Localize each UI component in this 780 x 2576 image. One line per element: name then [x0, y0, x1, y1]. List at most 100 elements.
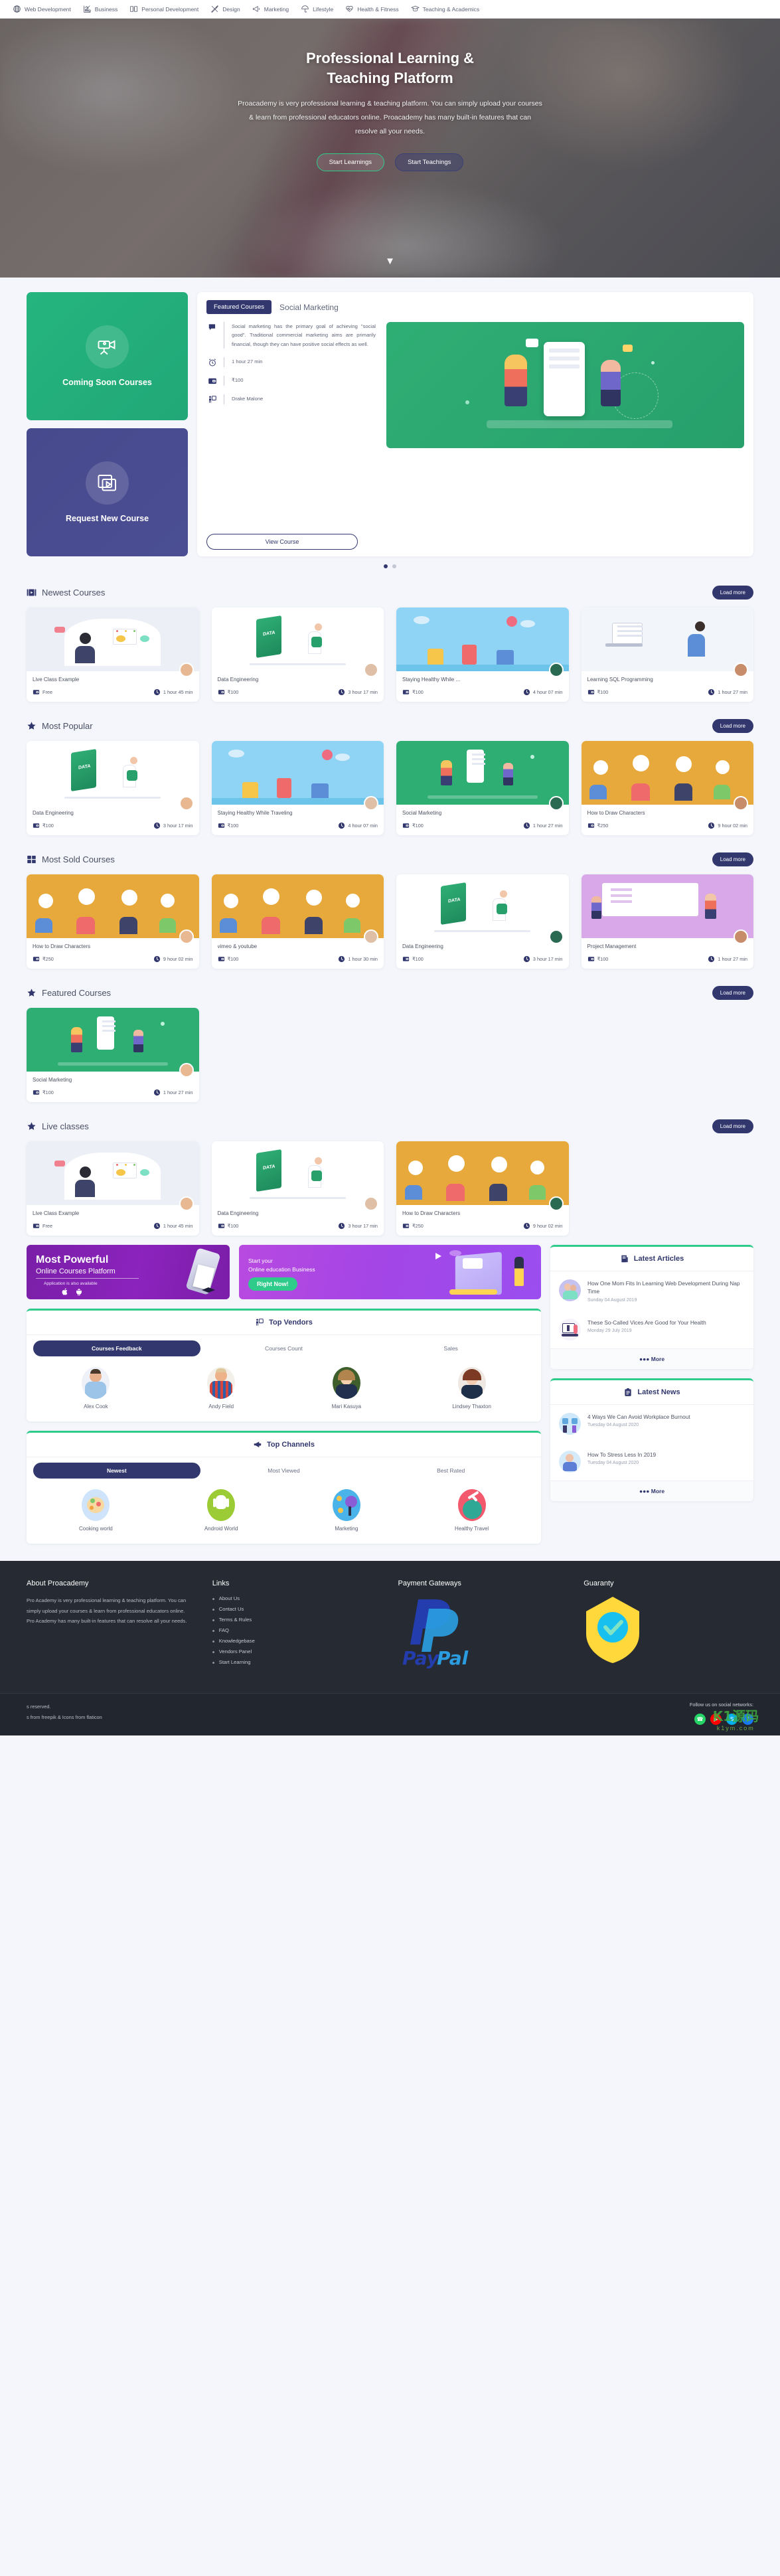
app-promo-banner[interactable]: Most Powerful Online Courses Platform Ap… — [27, 1245, 230, 1299]
more-dots-icon: ●●● — [639, 1355, 650, 1362]
load-more-live-button[interactable]: Load more — [712, 1119, 753, 1133]
price-value: Free — [42, 1223, 53, 1229]
view-course-button[interactable]: View Course — [206, 534, 358, 550]
course-card[interactable]: DATA Data Engineering ₹100 3 hour 17 min — [211, 607, 384, 702]
article-item[interactable]: How One Mom Fits In Learning Web Develop… — [550, 1271, 753, 1311]
wallet-icon — [402, 690, 410, 694]
tab-best-rated[interactable]: Best Rated — [367, 1463, 534, 1479]
channel-item[interactable]: Android World — [159, 1489, 284, 1532]
article-item[interactable]: These So-Called Vices Are Good for Your … — [550, 1311, 753, 1348]
top-channels-panel: Top Channels Newest Most Viewed Best Rat… — [27, 1431, 541, 1544]
category-navbar[interactable]: Web Development Business Personal Develo… — [0, 0, 780, 19]
more-label: More — [651, 1487, 665, 1494]
request-new-course-card[interactable]: Request New Course — [27, 428, 188, 556]
news-item[interactable]: 4 Ways We Can Avoid Workplace Burnout Tu… — [550, 1405, 753, 1443]
footer-link-about-us[interactable]: About Us — [212, 1595, 382, 1601]
articles-more-button[interactable]: ●●● More — [550, 1348, 753, 1369]
footer-link-terms-rules[interactable]: Terms & Rules — [212, 1617, 382, 1623]
nav-item-lifestyle[interactable]: Lifestyle — [295, 5, 339, 13]
course-card[interactable]: Social Marketing ₹100 1 hour 27 min — [396, 741, 569, 835]
vendor-item[interactable]: Alex Cook — [33, 1367, 159, 1409]
duration-value: 9 hour 02 min — [718, 823, 747, 829]
course-card[interactable]: Learning SQL Programming ₹100 1 hour 27 mi… — [581, 607, 753, 702]
channel-item[interactable]: Marketing — [284, 1489, 410, 1532]
course-card[interactable]: Staying Healthy While Traveling ₹100 4 hou… — [211, 741, 384, 835]
start-teaching-button[interactable]: Start Teachings — [395, 153, 464, 172]
course-card[interactable]: How to Draw Characters ₹250 9 hour 02 min — [27, 874, 199, 969]
channel-item[interactable]: Cooking world — [33, 1489, 159, 1532]
footer-link-knowledgebase[interactable]: Knowledgebase — [212, 1638, 382, 1644]
course-card[interactable]: DATA Data Engineering ₹100 3 hour 17 min — [211, 1141, 384, 1236]
news-more-button[interactable]: ●●● More — [550, 1480, 753, 1501]
nav-item-health-fitness[interactable]: Health & Fitness — [339, 5, 404, 13]
course-card[interactable]: vimeo & youtube ₹100 1 hour 30 min — [211, 874, 384, 969]
coming-soon-courses-card[interactable]: Coming Soon Courses — [27, 292, 188, 420]
nav-item-design[interactable]: Design — [204, 5, 246, 13]
megaphone-icon — [252, 6, 260, 12]
course-card[interactable]: How to Draw Characters ₹250 9 hour 02 min — [581, 741, 753, 835]
business-promo-banner[interactable]: Start your Online education Business Rig… — [239, 1245, 541, 1299]
clock-icon — [339, 688, 345, 696]
whatsapp-icon[interactable]: ☎ — [694, 1714, 706, 1725]
follow-label: Follow us on social networks: — [689, 1702, 753, 1708]
footer-link-faq[interactable]: FAQ — [212, 1627, 382, 1633]
footer-links: Links About Us Contact Us Terms & Rules … — [212, 1579, 382, 1673]
start-learning-button[interactable]: Start Learnings — [316, 153, 385, 172]
top-channels-tabs[interactable]: Newest Most Viewed Best Rated — [27, 1457, 541, 1479]
channel-item[interactable]: Healthy Travel — [409, 1489, 534, 1532]
nav-item-web-development[interactable]: Web Development — [7, 5, 77, 13]
footer-link-start-learning[interactable]: Start Learning — [212, 1659, 382, 1665]
course-card[interactable]: How to Draw Characters ₹250 9 hour 02 min — [396, 1141, 569, 1236]
food-icon — [82, 1489, 110, 1521]
nav-item-marketing[interactable]: Marketing — [246, 5, 295, 13]
load-more-most-sold-button[interactable]: Load more — [712, 852, 753, 866]
vendor-item[interactable]: Lindsey Thaxton — [409, 1367, 534, 1409]
course-card[interactable]: Social Marketing ₹100 1 hour 27 min — [27, 1008, 199, 1102]
footer-link-vendors-panel[interactable]: Vendors Panel — [212, 1649, 382, 1654]
course-price: ₹100 — [402, 822, 424, 829]
clock-icon — [339, 955, 345, 963]
copyright-text: s reserved. — [27, 1704, 51, 1710]
course-card[interactable]: DATA Data Engineering ₹100 3 hour 17 min — [396, 874, 569, 969]
nav-item-business[interactable]: Business — [77, 5, 124, 13]
skype-icon[interactable]: S — [726, 1714, 738, 1725]
tab-most-viewed[interactable]: Most Viewed — [200, 1463, 368, 1479]
course-card[interactable]: Live Class Example Free 1 hour 45 min — [27, 1141, 199, 1236]
wallet-icon — [33, 1224, 40, 1228]
tab-newest[interactable]: Newest — [33, 1463, 200, 1479]
load-more-popular-button[interactable]: Load more — [712, 719, 753, 733]
duration-value: 1 hour 27 min — [718, 689, 747, 695]
top-vendors-header: Top Vendors — [27, 1311, 541, 1335]
top-vendors-panel: Top Vendors Courses Feedback Courses Cou… — [27, 1309, 541, 1421]
carousel-dot-1[interactable] — [384, 564, 388, 568]
nav-item-personal-development[interactable]: Personal Development — [123, 5, 204, 13]
course-card[interactable]: Project Management ₹100 1 hour 27 min — [581, 874, 753, 969]
load-more-featured-button[interactable]: Load more — [712, 986, 753, 1000]
footer-link-contact-us[interactable]: Contact Us — [212, 1606, 382, 1612]
tab-courses-feedback[interactable]: Courses Feedback — [33, 1340, 200, 1356]
course-duration: 4 hour 07 min — [338, 822, 378, 829]
video-play-icon — [86, 461, 129, 505]
vendor-item[interactable]: Andy Field — [159, 1367, 284, 1409]
footer-links-title: Links — [212, 1579, 230, 1587]
youtube-icon[interactable]: ▶ — [710, 1714, 722, 1725]
nav-item-teaching-academics[interactable]: Teaching & Academics — [405, 5, 486, 13]
facebook-icon[interactable]: f — [742, 1714, 753, 1725]
course-card[interactable]: DATA Data Engineering ₹100 3 hour 17 min — [27, 741, 199, 835]
chart-icon — [84, 5, 91, 13]
tab-sales[interactable]: Sales — [367, 1340, 534, 1356]
vendor-item[interactable]: Mari Kasuya — [284, 1367, 410, 1409]
news-item[interactable]: How To Stress Less In 2019 Tuesday 04 Au… — [550, 1443, 753, 1481]
course-card[interactable]: Live Class Example Free 1 hour 45 min — [27, 607, 199, 702]
featured-author: Drake Malone — [232, 395, 264, 402]
featured-courses-tab[interactable]: Featured Courses — [206, 300, 272, 314]
course-thumbnail: DATA — [211, 1141, 384, 1205]
tab-courses-count[interactable]: Courses Count — [200, 1340, 368, 1356]
news-date: Tuesday 04 August 2020 — [587, 1423, 639, 1428]
load-more-newest-button[interactable]: Load more — [712, 586, 753, 600]
carousel-dot-2[interactable] — [392, 564, 396, 568]
right-now-button[interactable]: Right Now! — [248, 1277, 297, 1291]
top-vendors-tabs[interactable]: Courses Feedback Courses Count Sales — [27, 1335, 541, 1356]
chevron-down-icon[interactable]: ▼ — [385, 256, 395, 267]
course-card[interactable]: Staying Healthy While ... ₹100 4 hour 07 m… — [396, 607, 569, 702]
